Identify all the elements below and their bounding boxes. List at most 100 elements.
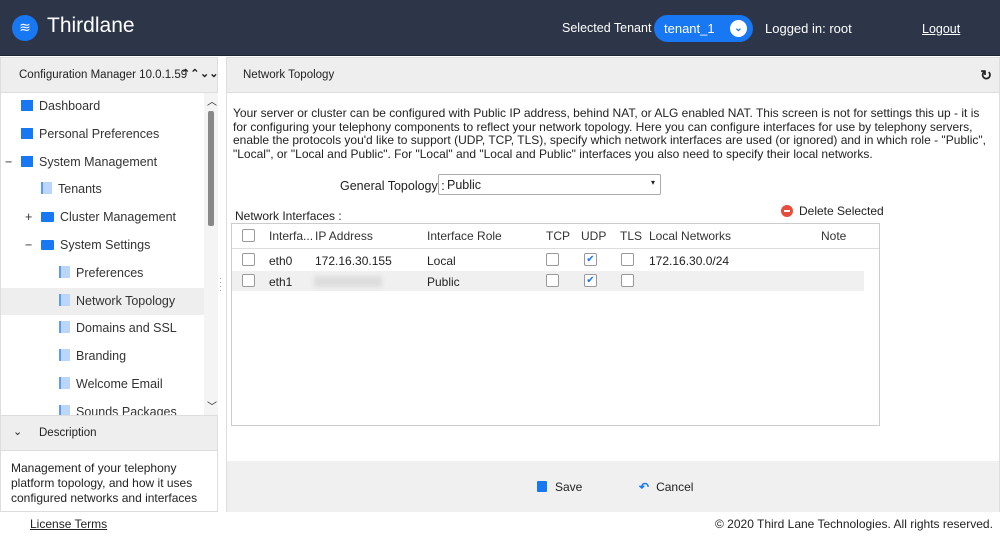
- cancel-label: Cancel: [656, 480, 694, 494]
- interface-cell: eth0: [269, 254, 293, 268]
- table-row[interactable]: eth1 Public ✔: [232, 270, 864, 291]
- folder-icon: [41, 212, 54, 223]
- role-cell: Public: [427, 274, 460, 289]
- sidebar-item-branding[interactable]: Branding: [59, 343, 126, 370]
- sidebar-item-label: System Management: [39, 154, 158, 169]
- refresh-icon[interactable]: ↻: [980, 67, 992, 84]
- row-select-checkbox[interactable]: [242, 273, 255, 287]
- sidebar-item-label: Sounds Packages: [76, 404, 177, 415]
- role-cell: Local: [427, 254, 456, 268]
- copyright: © 2020 Third Lane Technologies. All righ…: [715, 517, 993, 531]
- save-icon: [537, 481, 547, 492]
- sidebar-item-system-settings[interactable]: − System Settings: [25, 232, 151, 259]
- table-header: Interfa... IP Address Interface Role TCP…: [232, 224, 879, 249]
- ip-cell-redacted: [314, 275, 382, 287]
- sidebar-item-label: Preferences: [76, 265, 144, 280]
- scroll-up-icon[interactable]: ︿: [207, 93, 217, 108]
- sidebar-item-label: Network Topology: [76, 293, 176, 308]
- collapse-toggle-icon[interactable]: −: [5, 149, 12, 176]
- sidebar-title: Configuration Manager 10.0.1.59: [19, 69, 188, 81]
- sidebar-item-label: Dashboard: [39, 99, 101, 113]
- window-icon: [21, 155, 33, 167]
- udp-checkbox[interactable]: ✔: [584, 253, 597, 266]
- interface-cell: eth1: [269, 274, 293, 289]
- sidebar-item-network-topology[interactable]: Network Topology: [1, 287, 204, 315]
- ip-cell: 172.16.30.155: [315, 254, 392, 268]
- save-button[interactable]: Save: [537, 480, 582, 494]
- general-topology-select[interactable]: Public ▾: [438, 174, 661, 195]
- document-icon: [59, 377, 70, 389]
- table-row[interactable]: eth0 172.16.30.155 Local ✔ 172.16.30.0/24: [232, 250, 864, 270]
- main-header: Network Topology ↻: [227, 58, 999, 93]
- sidebar-item-welcome-email[interactable]: Welcome Email: [59, 371, 163, 398]
- logout-link[interactable]: Logout: [922, 22, 960, 36]
- tcp-checkbox[interactable]: [546, 253, 559, 266]
- chart-icon: [21, 100, 33, 111]
- sidebar-header: Configuration Manager 10.0.1.59 ⌃⌃ ⌄⌄: [1, 58, 218, 93]
- thirdlane-logo-icon: ≋: [12, 15, 38, 41]
- network-interfaces-label: Network Interfaces :: [235, 209, 342, 223]
- tls-checkbox[interactable]: [621, 273, 634, 287]
- column-tls[interactable]: TLS: [620, 229, 642, 243]
- top-header: ≋ Thirdlane Selected Tenant : tenant_1 ⌄ …: [0, 0, 1000, 56]
- general-topology-label: General Topology :: [340, 179, 445, 193]
- tree-scrollbar[interactable]: ︿ ﹀: [204, 93, 218, 415]
- sidebar-item-label: Personal Preferences: [39, 126, 160, 141]
- folder-open-icon: [41, 240, 54, 250]
- sidebar-item-personal-preferences[interactable]: Personal Preferences: [21, 121, 159, 148]
- select-all-checkbox[interactable]: [242, 229, 255, 242]
- column-local-networks[interactable]: Local Networks: [649, 229, 731, 243]
- brand-name: Thirdlane: [47, 14, 135, 37]
- scrollbar-thumb[interactable]: [208, 111, 214, 226]
- column-ip[interactable]: IP Address: [315, 229, 373, 243]
- page-title: Network Topology: [243, 69, 335, 81]
- column-interface[interactable]: Interfa...: [269, 229, 313, 243]
- general-topology-value: Public: [447, 178, 482, 192]
- logged-in-user: Logged in: root: [765, 21, 852, 36]
- sidebar-item-sounds-packages[interactable]: Sounds Packages: [59, 399, 177, 415]
- sidebar-item-label: Tenants: [58, 182, 102, 197]
- edit-icon: [21, 127, 33, 139]
- tenant-value: tenant_1: [664, 21, 715, 36]
- intro-text: Your server or cluster can be configured…: [233, 106, 986, 161]
- sidebar-item-cluster-management[interactable]: + Cluster Management: [25, 204, 176, 231]
- column-udp[interactable]: UDP: [581, 229, 606, 243]
- document-icon: [59, 265, 70, 278]
- tenant-select[interactable]: tenant_1 ⌄: [654, 15, 753, 42]
- column-role[interactable]: Interface Role: [427, 229, 502, 243]
- row-select-checkbox[interactable]: [242, 253, 255, 266]
- license-terms-link[interactable]: License Terms: [30, 517, 107, 531]
- sidebar-item-label: Welcome Email: [76, 377, 163, 391]
- expand-all-icon[interactable]: ⌄⌄: [200, 67, 218, 80]
- document-icon: [59, 321, 70, 334]
- sidebar-item-label: Branding: [76, 349, 127, 364]
- description-header[interactable]: ⌄ Description: [1, 415, 217, 451]
- navigation-tree: Dashboard Personal Preferences − System Man…: [1, 93, 204, 415]
- delete-selected-button[interactable]: Delete Selected: [781, 204, 884, 218]
- tcp-checkbox[interactable]: [546, 273, 559, 287]
- sidebar-item-dashboard[interactable]: Dashboard: [21, 93, 100, 120]
- local-networks-cell: 172.16.30.0/24: [649, 254, 730, 268]
- chevron-down-icon: ⌄: [730, 20, 747, 37]
- udp-checkbox[interactable]: ✔: [584, 273, 597, 287]
- collapse-all-icon[interactable]: ⌃⌃: [181, 67, 199, 80]
- sidebar-item-domains-and-ssl[interactable]: Domains and SSL: [59, 315, 177, 342]
- tls-checkbox[interactable]: [621, 253, 634, 266]
- column-tcp[interactable]: TCP: [546, 229, 570, 243]
- collapse-toggle-icon[interactable]: −: [25, 232, 32, 259]
- splitter-handle[interactable]: · · · ·: [219, 275, 222, 295]
- sidebar-item-tenants[interactable]: Tenants: [41, 176, 102, 203]
- cancel-button[interactable]: ↶ Cancel: [639, 480, 693, 494]
- expand-toggle-icon[interactable]: +: [25, 204, 32, 231]
- column-note[interactable]: Note: [821, 229, 846, 243]
- sidebar-item-preferences[interactable]: Preferences: [59, 260, 143, 287]
- sidebar-item-label: Domains and SSL: [76, 321, 177, 336]
- description-title: Description: [39, 427, 97, 439]
- chevron-down-icon: ⌄: [13, 426, 23, 438]
- sidebar: Configuration Manager 10.0.1.59 ⌃⌃ ⌄⌄ Da…: [0, 57, 218, 512]
- dropdown-arrow-icon: ▾: [650, 178, 655, 187]
- scroll-down-icon[interactable]: ﹀: [207, 398, 217, 413]
- sidebar-item-system-management[interactable]: − System Management: [5, 149, 158, 176]
- sidebar-item-label: System Settings: [60, 238, 151, 252]
- document-icon: [59, 293, 70, 306]
